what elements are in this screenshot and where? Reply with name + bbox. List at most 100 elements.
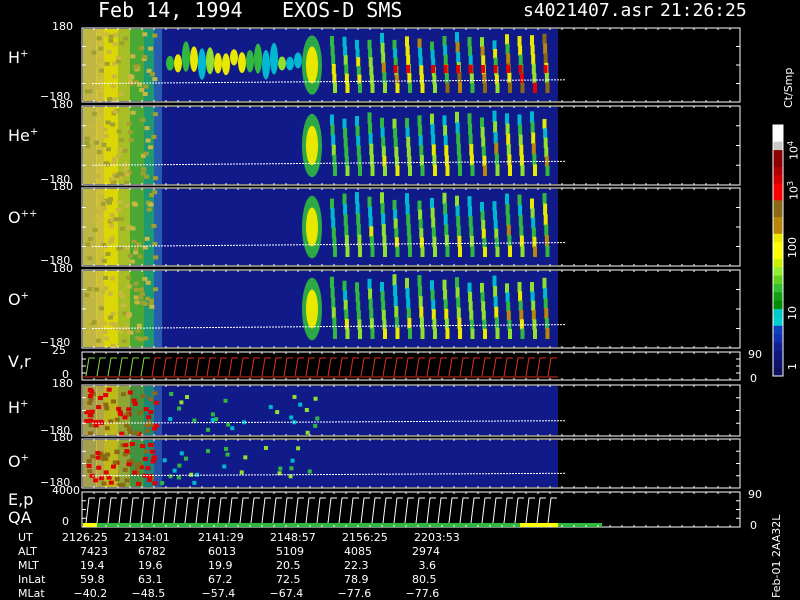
table-row-label: UT: [18, 531, 33, 544]
spectrum-cell: [91, 50, 97, 55]
spectrum-cell: [133, 246, 139, 251]
spectrum-cell: [108, 315, 114, 320]
spectrum-cell: [225, 452, 230, 457]
spectrum-cell: [133, 65, 139, 70]
spectrum-cell: [292, 394, 297, 399]
ion-burst-cell: [331, 217, 336, 229]
spectrum-cell: [152, 33, 158, 38]
ion-burst-cell: [543, 297, 548, 309]
table-cell: −40.2: [73, 587, 108, 600]
ion-burst-cell: [455, 42, 460, 54]
ion-burst-cell: [544, 317, 549, 329]
ion-burst-peak: [431, 65, 435, 73]
ion-burst-cell: [394, 316, 399, 329]
spectrum-cell: [98, 68, 104, 73]
spectrum-cell: [153, 287, 159, 292]
ion-burst-cell: [493, 210, 498, 221]
ion-burst-cell: [544, 146, 549, 158]
spectrum-cell: [96, 36, 102, 41]
spectrum-cell: [148, 145, 154, 150]
spectrum-cell: [98, 476, 104, 481]
table-cell: 6782: [138, 545, 166, 558]
spectrum-band: [154, 107, 162, 184]
spectrum-band: [154, 271, 162, 347]
ion-burst-cell: [358, 245, 362, 257]
ion-burst-cell: [443, 289, 448, 301]
table-cell: 22.3: [344, 559, 369, 572]
spectrum-cell: [145, 280, 151, 285]
spectrum-cell: [143, 84, 149, 89]
ion-burst-cell: [395, 83, 400, 93]
ion-burst-cell: [330, 45, 335, 56]
spectrum-cell: [93, 423, 99, 428]
ion-burst-cell: [457, 72, 462, 84]
ion-burst-cell: [370, 328, 375, 339]
spectrum-band: [104, 271, 118, 347]
spectrum-cell: [153, 400, 159, 405]
ion-burst-cell: [431, 134, 436, 146]
ion-burst-cell: [543, 214, 548, 226]
ion-burst-peak: [406, 65, 410, 73]
ion-burst-cell: [481, 219, 486, 230]
ion-burst-cell: [356, 65, 361, 76]
ion-burst: [254, 43, 262, 74]
ion-burst-cell: [393, 209, 398, 220]
table-cell: 7423: [80, 545, 108, 558]
ion-burst-cell: [344, 146, 349, 158]
ion-burst-cell: [355, 202, 360, 215]
ion-burst-cell: [442, 192, 447, 205]
spectrum-cell: [103, 275, 109, 280]
ion-burst-cell: [369, 74, 374, 85]
table-cell: 2141:29: [198, 531, 244, 544]
spectrum-cell: [98, 46, 104, 51]
ion-burst-cell: [333, 327, 337, 339]
colorbar-tick: 10: [786, 306, 799, 320]
table-row-label: InLat: [18, 573, 46, 586]
ion-burst-cell: [494, 153, 499, 166]
spectrum-cell: [108, 38, 114, 43]
spectrum-cell: [144, 423, 150, 428]
ion-burst-cell: [456, 143, 461, 155]
ion-burst-cell: [367, 39, 372, 50]
ion-burst-cell: [333, 246, 337, 257]
ion-burst-cell: [480, 210, 485, 221]
ion-burst-cell: [444, 155, 449, 167]
ion-burst-cell: [370, 246, 375, 257]
ion-burst-cell: [430, 207, 435, 219]
spectrum-cell: [118, 138, 124, 143]
spectrum-cell: [243, 455, 248, 460]
ion-burst-cell: [417, 200, 422, 211]
ion-burst: [230, 49, 238, 66]
ion-burst-cell: [419, 228, 424, 239]
spectrum-cell: [95, 173, 101, 178]
spectrum-cell: [126, 426, 132, 431]
spectrum-cell: [107, 240, 113, 245]
ion-burst-cell: [443, 135, 448, 147]
spectrum-cell: [116, 207, 122, 212]
ion-burst: [214, 52, 222, 74]
ion-burst-cell: [369, 65, 374, 76]
table-cell: 20.5: [276, 559, 301, 572]
ion-burst-cell: [420, 165, 425, 176]
ion-burst-cell: [520, 328, 525, 339]
spectrum-cell: [89, 389, 95, 394]
panel-label-text: E,p: [8, 490, 34, 509]
table-cell: 2148:57: [270, 531, 316, 544]
ion-burst-cell: [530, 291, 535, 302]
spectrum-cell: [119, 431, 125, 436]
ion-burst-cell: [367, 112, 372, 124]
spectrum-cell: [124, 478, 130, 483]
ion-burst-cell: [483, 82, 487, 93]
ion-burst-cell: [382, 155, 387, 167]
spectrum-cell: [145, 429, 151, 434]
ion-burst-cell: [394, 156, 399, 167]
ion-burst-cell: [408, 82, 412, 93]
spectrum-cell: [135, 328, 141, 333]
ion-burst-cell: [418, 219, 423, 230]
ion-burst-cell: [507, 72, 512, 84]
spectrum-cell: [152, 481, 158, 486]
ion-burst-cell: [392, 199, 397, 211]
spectrum-cell: [151, 134, 157, 139]
ion-burst-cell: [519, 154, 524, 166]
table-cell: 4085: [344, 545, 372, 558]
